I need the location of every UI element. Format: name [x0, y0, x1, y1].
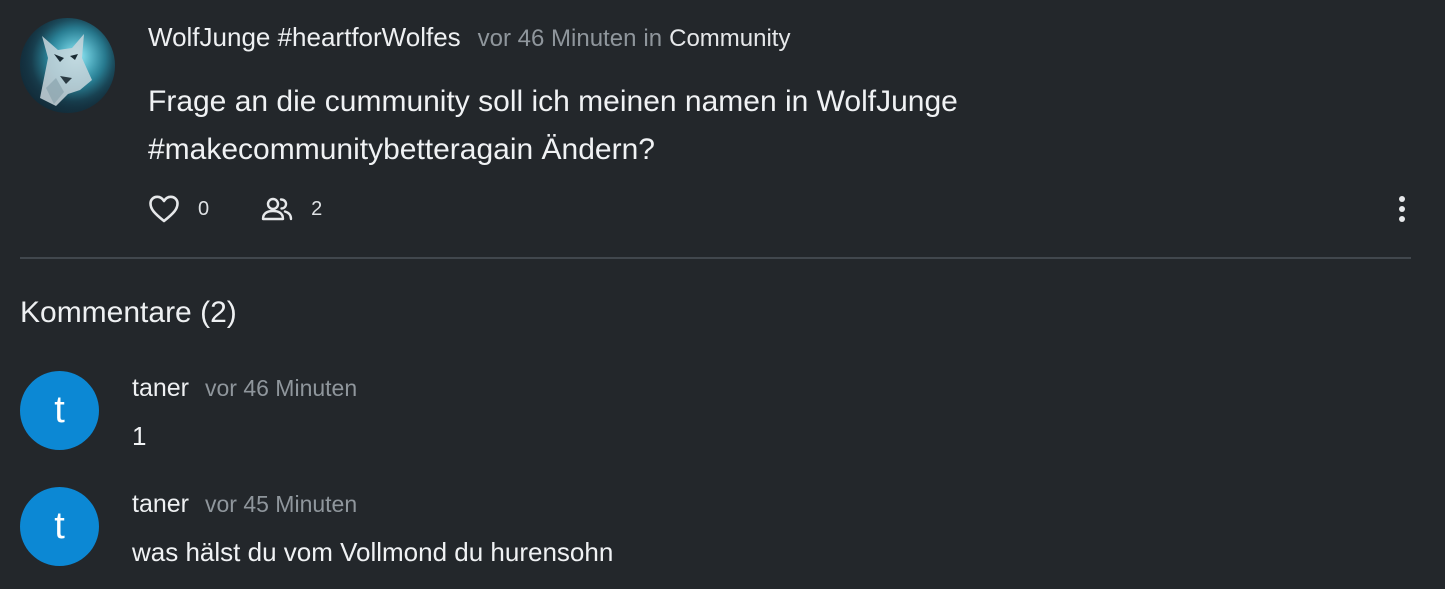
comment-timestamp: vor 45 Minuten — [204, 491, 358, 517]
like-button[interactable]: 0 — [148, 194, 209, 224]
like-count: 0 — [198, 197, 210, 220]
participants-count: 2 — [311, 197, 323, 220]
comment-avatar[interactable]: t — [20, 371, 99, 450]
author-avatar[interactable] — [20, 18, 115, 113]
divider — [20, 257, 1411, 259]
comment-body: was hälst du vom Vollmond du hurensohn — [132, 537, 614, 567]
comments-heading: Kommentare (2) — [20, 296, 237, 329]
post-actions: 0 2 — [148, 190, 322, 228]
participants-button[interactable]: 2 — [261, 196, 322, 222]
post: WolfJunge #heartforWolfes vor 46 Minuten… — [0, 0, 1445, 258]
comment-header: taner vor 46 Minuten — [132, 374, 357, 403]
comment-author[interactable]: taner — [132, 490, 189, 519]
wolf-avatar-icon — [20, 18, 115, 113]
heart-icon — [149, 195, 179, 223]
post-detail-page: WolfJunge #heartforWolfes vor 46 Minuten… — [0, 0, 1445, 589]
comment-timestamp: vor 46 Minuten — [204, 375, 358, 401]
more-vertical-icon — [1399, 196, 1405, 222]
comment-avatar[interactable]: t — [20, 487, 99, 566]
post-body: Frage an die cummunity soll ich meinen n… — [148, 85, 958, 166]
post-author-name[interactable]: WolfJunge #heartforWolfes — [148, 22, 461, 53]
comment-item: t taner vor 45 Minuten was hälst du vom … — [0, 486, 1445, 586]
comment-author[interactable]: taner — [132, 374, 189, 403]
community-link[interactable]: Community — [669, 25, 790, 53]
people-icon — [261, 197, 293, 221]
comment-item: t taner vor 46 Minuten 1 — [0, 370, 1445, 470]
post-meta: WolfJunge #heartforWolfes vor 46 Minuten… — [148, 22, 790, 56]
post-timestamp: vor 46 Minuten — [477, 25, 637, 52]
post-in-label: in — [643, 25, 663, 52]
comment-body: 1 — [132, 421, 147, 451]
comment-header: taner vor 45 Minuten — [132, 490, 357, 519]
more-options-button[interactable] — [1388, 192, 1416, 226]
